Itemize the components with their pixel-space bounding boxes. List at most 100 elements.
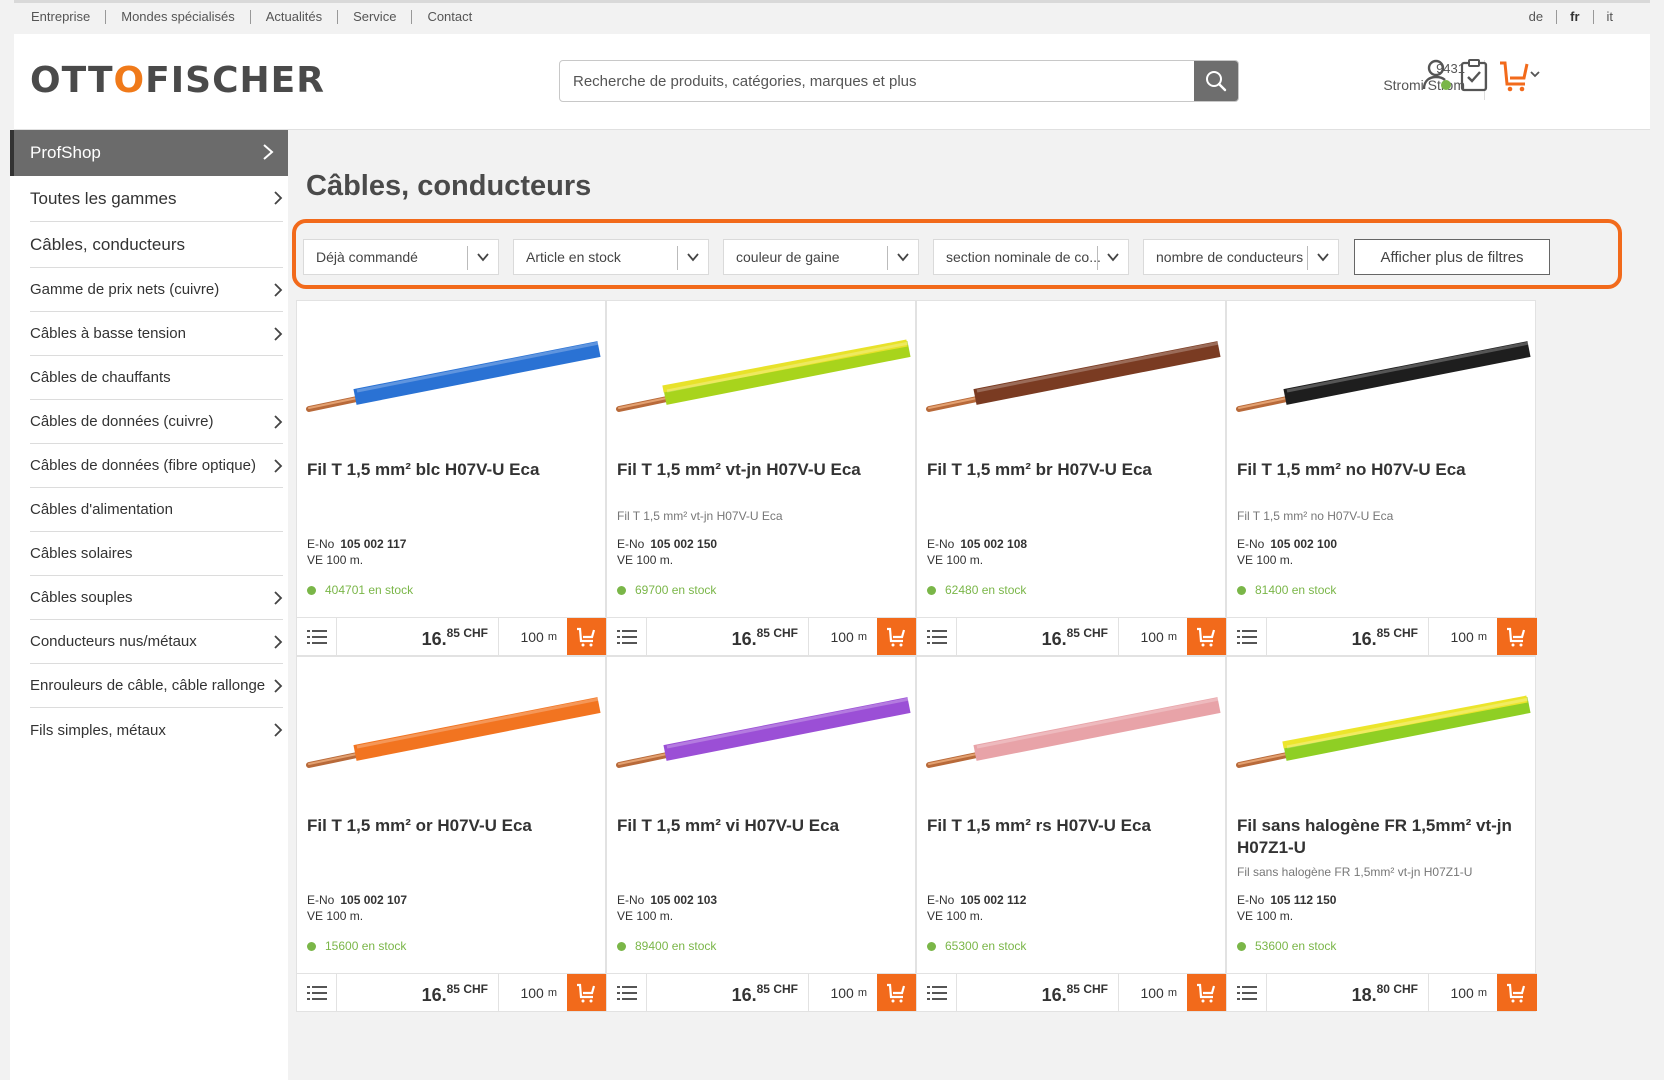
quantity-input[interactable]: 100 m [1429,618,1497,655]
eno-value: 105 002 108 [960,537,1028,551]
product-card[interactable]: Fil T 1,5 mm² or H07V-U Eca E-No 105 002 … [296,656,607,1012]
lang-fr[interactable]: fr [1556,10,1592,24]
add-to-list-button[interactable] [917,974,957,1011]
product-price: 18.80 CHF [1267,974,1429,1011]
filter-article-stock[interactable]: Article en stock [513,239,709,275]
stock-dot-icon [1237,585,1246,595]
product-ve: VE 100 m. [1237,553,1294,567]
sidebar-item-cables-conducteurs[interactable]: Câbles, conducteurs [30,222,283,268]
add-to-cart-button[interactable] [1497,618,1537,655]
sidebar-item-enrouleurs[interactable]: Enrouleurs de câble, câble rallonge [30,664,283,708]
add-to-list-button[interactable] [607,974,647,1011]
sidebar-item-basse-tension[interactable]: Câbles à basse tension [30,312,283,356]
stock-dot-icon [927,585,936,595]
product-title[interactable]: Fil T 1,5 mm² no H07V-U Eca [1237,459,1527,481]
user-button[interactable] [1422,58,1454,97]
cart-button[interactable] [1498,58,1540,97]
search-button[interactable] [1194,61,1238,101]
lang-it[interactable]: it [1592,10,1627,24]
sidebar-item-donnees-fibre[interactable]: Câbles de données (fibre optique) [30,444,283,488]
product-title[interactable]: Fil T 1,5 mm² vi H07V-U Eca [617,815,907,837]
product-card[interactable]: Fil sans halogène FR 1,5mm² vt-jn H07Z1-… [1226,656,1537,1012]
quantity-input[interactable]: 100 m [1119,618,1187,655]
add-to-cart-button[interactable] [877,618,917,655]
list-icon [306,985,327,1000]
sidebar-list: Toutes les gammes Câbles, conducteurs Ga… [30,176,283,752]
topnav-mondes[interactable]: Mondes spécialisés [105,10,249,24]
language-switcher: de fr it [1516,10,1626,24]
add-to-cart-button[interactable] [567,618,607,655]
stock-dot-icon [617,941,626,951]
topnav-service[interactable]: Service [337,10,411,24]
more-filters-button[interactable]: Afficher plus de filtres [1354,239,1550,275]
sidebar-item-label: Toutes les gammes [30,188,177,208]
stock-status: 81400 en stock [1237,583,1336,597]
product-title[interactable]: Fil T 1,5 mm² blc H07V-U Eca [307,459,597,481]
price-integer: 16. [731,985,757,1005]
stock-status: 62480 en stock [927,583,1026,597]
add-to-list-button[interactable] [1227,974,1267,1011]
product-title[interactable]: Fil T 1,5 mm² or H07V-U Eca [307,815,597,837]
quantity-input[interactable]: 100 m [1429,974,1497,1011]
logo[interactable]: OTT O FISCHER [30,60,325,101]
add-to-list-button[interactable] [917,618,957,655]
product-card[interactable]: Fil T 1,5 mm² br H07V-U Eca E-No 105 002 … [916,300,1227,656]
product-title[interactable]: Fil T 1,5 mm² rs H07V-U Eca [927,815,1217,837]
sidebar-item-chauffants[interactable]: Câbles de chauffants [30,356,283,400]
sidebar-item-souples[interactable]: Câbles souples [30,576,283,620]
quantity-input[interactable]: 100 m [809,618,877,655]
product-card[interactable]: Fil T 1,5 mm² vi H07V-U Eca E-No 105 002 … [606,656,917,1012]
lang-de[interactable]: de [1516,10,1556,24]
quantity-value: 100 [1140,984,1164,1001]
price-decimal: 85 [446,626,460,640]
eno-value: 105 002 112 [960,893,1027,907]
filter-deja-commande[interactable]: Déjà commandé [303,239,499,275]
product-title[interactable]: Fil T 1,5 mm² vt-jn H07V-U Eca [617,459,907,481]
sidebar-item-fils-simples[interactable]: Fils simples, métaux [30,708,283,752]
search-input[interactable] [560,61,1194,101]
topnav-entreprise[interactable]: Entreprise [31,10,105,24]
price-integer: 16. [1041,985,1067,1005]
add-to-cart-button[interactable] [1187,974,1227,1011]
add-to-cart-button[interactable] [567,974,607,1011]
add-to-list-button[interactable] [297,618,337,655]
quantity-input[interactable]: 100 m [1119,974,1187,1011]
add-to-cart-button[interactable] [877,974,917,1011]
product-title[interactable]: Fil sans halogène FR 1,5mm² vt-jn H07Z1-… [1237,815,1527,859]
sidebar-item-solaires[interactable]: Câbles solaires [30,532,283,576]
quantity-unit: m [1477,986,1487,999]
cart-icon [1197,627,1216,646]
filter-couleur-gaine[interactable]: couleur de gaine [723,239,919,275]
sidebar-item-alimentation[interactable]: Câbles d'alimentation [30,488,283,532]
filter-nombre-conducteurs[interactable]: nombre de conducteurs [1143,239,1339,275]
user-icon [1422,59,1451,90]
orderlist-button[interactable] [1460,58,1488,97]
product-title[interactable]: Fil T 1,5 mm² br H07V-U Eca [927,459,1217,481]
quantity-input[interactable]: 100 m [499,618,567,655]
stock-status: 65300 en stock [927,939,1026,953]
quantity-input[interactable]: 100 m [809,974,877,1011]
filter-section-nominale[interactable]: section nominale de co... [933,239,1129,275]
filter-label: section nominale de co... [946,249,1101,265]
list-icon [926,985,947,1000]
add-to-list-button[interactable] [297,974,337,1011]
product-card[interactable]: Fil T 1,5 mm² rs H07V-U Eca E-No 105 002 … [916,656,1227,1012]
topnav-contact[interactable]: Contact [411,10,487,24]
quantity-input[interactable]: 100 m [499,974,567,1011]
add-to-cart-button[interactable] [1187,618,1227,655]
quantity-value: 100 [830,628,854,645]
sidebar-item-conducteurs-nus[interactable]: Conducteurs nus/métaux [30,620,283,664]
product-card[interactable]: Fil T 1,5 mm² blc H07V-U Eca E-No 105 002… [296,300,607,656]
sidebar-item-toutes-gammes[interactable]: Toutes les gammes [30,176,283,222]
sidebar-profshop[interactable]: ProfShop [10,130,288,176]
product-card[interactable]: Fil T 1,5 mm² vt-jn H07V-U Eca Fil T 1,5… [606,300,917,656]
sidebar-item-gamme-prix-nets[interactable]: Gamme de prix nets (cuivre) [30,268,283,312]
cart-icon [887,627,906,646]
add-to-list-button[interactable] [607,618,647,655]
product-card[interactable]: Fil T 1,5 mm² no H07V-U Eca Fil T 1,5 mm… [1226,300,1537,656]
sidebar-item-donnees-cuivre[interactable]: Câbles de données (cuivre) [30,400,283,444]
topnav-actualites[interactable]: Actualités [249,10,337,24]
add-to-cart-button[interactable] [1497,974,1537,1011]
sidebar-item-label: Câbles de données (fibre optique) [30,457,256,474]
add-to-list-button[interactable] [1227,618,1267,655]
